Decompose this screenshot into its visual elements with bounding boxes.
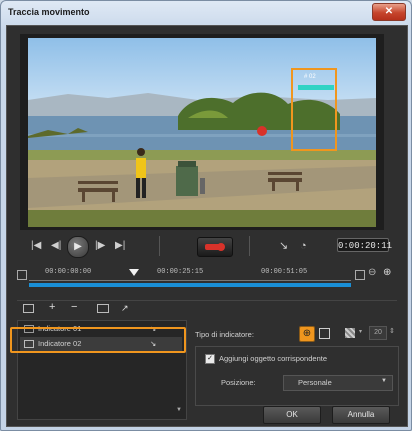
tracker-tag: # 02 [304, 74, 316, 80]
cancel-button[interactable]: Annulla [332, 406, 390, 424]
close-button[interactable]: ✕ [372, 3, 406, 21]
position-select[interactable]: Personale ▼ [283, 375, 393, 391]
tick-label: 00:00:00:00 [45, 268, 92, 276]
size-field[interactable]: 20 [369, 326, 387, 340]
playhead-marker[interactable] [129, 269, 139, 276]
selection-highlight [10, 327, 186, 353]
transport-bar: |◀ ◀| ▶ |▶ ▶| ↘ ◔ 0:00:20:11 [19, 234, 399, 260]
dialog-footer: OK Annulla [7, 398, 407, 426]
indicator-type-label: Tipo di indicatore: [195, 330, 254, 339]
position-label: Posizione: [221, 378, 256, 387]
play-button[interactable]: ▶ [67, 236, 89, 258]
mark-out-icon[interactable] [355, 270, 365, 280]
record-button[interactable] [197, 237, 233, 257]
crosshair-icon[interactable]: ⊕ [299, 326, 315, 342]
dialog-content: # 02 |◀ ◀| ▶ |▶ ▶| ↘ ◔ 0:00:20:11 00:00:… [6, 25, 408, 427]
remove-indicator-icon[interactable]: − [71, 301, 77, 313]
mosaic-icon[interactable] [345, 328, 355, 338]
separator [159, 236, 160, 256]
step-forward-icon[interactable]: |▶ [95, 240, 105, 252]
chevron-down-icon: ▼ [381, 378, 387, 384]
motion-tracking-dialog: Traccia movimento ✕ # 02 |◀ ◀| ▶ |▶ ▶| ↘… [0, 0, 412, 431]
tracker-path-icon[interactable]: ↘ [279, 240, 288, 252]
mark-in-icon[interactable] [17, 270, 27, 280]
rename-icon[interactable] [97, 304, 109, 313]
history-icon[interactable]: ◔ [300, 240, 307, 252]
ok-button[interactable]: OK [263, 406, 321, 424]
separator [249, 236, 250, 256]
skip-to-start-icon[interactable]: |◀ [31, 240, 41, 252]
rectangle-icon[interactable] [319, 328, 330, 339]
timeline-ruler[interactable]: 00:00:00:00 00:00:25:15 00:00:51:05 [29, 268, 351, 281]
add-object-checkbox[interactable]: ✓ [205, 354, 215, 364]
timeline-track[interactable] [29, 283, 351, 287]
timeline: 00:00:00:00 00:00:25:15 00:00:51:05 ⊖ ⊕ [17, 264, 397, 294]
camera-icon[interactable] [23, 304, 34, 313]
video-preview[interactable]: # 02 [28, 38, 376, 227]
indicator-toolbar: + − ↗ [17, 300, 397, 317]
tick-label: 00:00:51:05 [261, 268, 308, 276]
zoom-in-icon[interactable]: ⊕ [383, 267, 391, 278]
dropdown-icon[interactable]: ▾ [359, 328, 362, 335]
title-bar: Traccia movimento ✕ [1, 1, 411, 23]
step-back-icon[interactable]: ◀| [51, 240, 61, 252]
export-icon[interactable]: ↗ [121, 303, 129, 314]
window-title: Traccia movimento [8, 7, 90, 17]
skip-to-end-icon[interactable]: ▶| [115, 240, 125, 252]
tick-label: 00:00:25:15 [157, 268, 204, 276]
spin-icon[interactable]: ⇕ [389, 327, 395, 335]
add-object-label: Aggiungi oggetto corrispondente [219, 354, 327, 363]
add-indicator-icon[interactable]: + [49, 301, 55, 313]
timecode-field[interactable]: 0:00:20:11 [337, 238, 392, 252]
zoom-out-icon[interactable]: ⊖ [368, 267, 376, 278]
position-value: Personale [298, 378, 332, 387]
